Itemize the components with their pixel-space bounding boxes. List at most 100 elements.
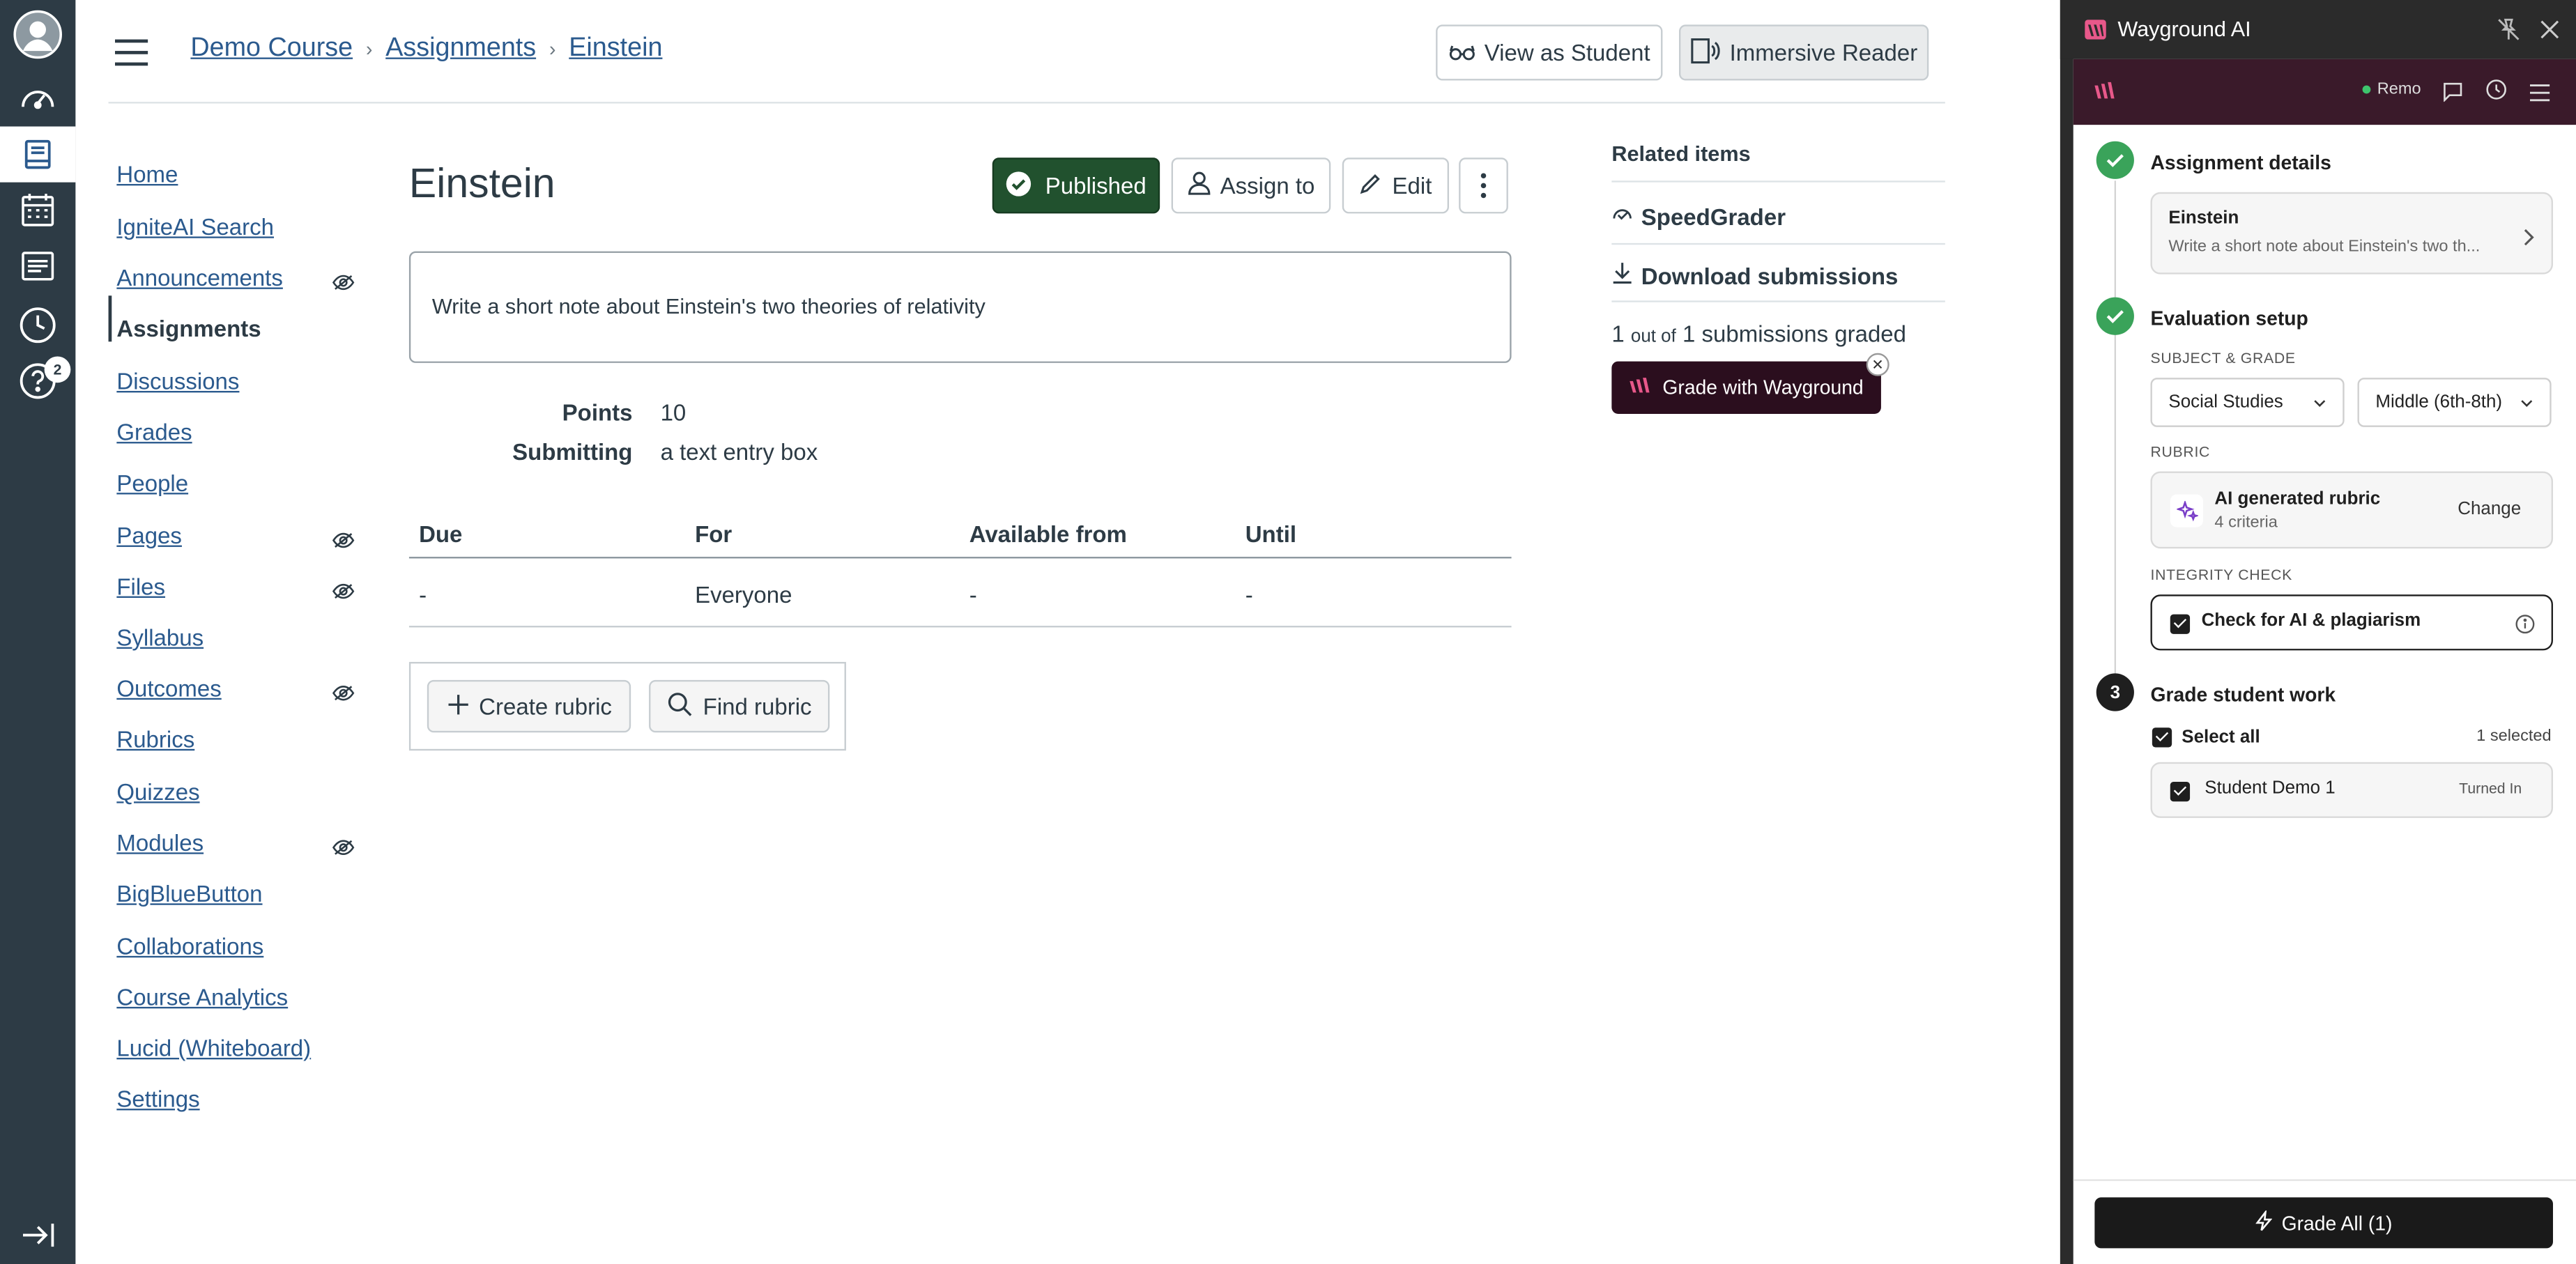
course-nav-item-assignments[interactable]: Assignments bbox=[116, 316, 261, 342]
pencil-icon bbox=[1359, 171, 1382, 199]
course-nav-item-bigbluebutton[interactable]: BigBlueButton bbox=[116, 880, 262, 907]
collapse-nav-icon[interactable] bbox=[0, 1207, 75, 1263]
student-name: Student Demo 1 bbox=[2205, 778, 2336, 799]
history-icon[interactable] bbox=[0, 298, 75, 353]
chevron-right-icon: › bbox=[365, 38, 373, 61]
lightning-icon bbox=[2255, 1208, 2272, 1236]
courses-icon[interactable] bbox=[0, 126, 76, 183]
chevron-down-icon bbox=[2520, 392, 2533, 412]
submitting-value: a text entry box bbox=[660, 438, 818, 465]
find-rubric-button[interactable]: Find rubric bbox=[649, 679, 830, 733]
edit-label: Edit bbox=[1392, 172, 1432, 199]
breadcrumb-current[interactable]: Einstein bbox=[569, 34, 662, 63]
online-dot-icon bbox=[2362, 85, 2371, 94]
published-button[interactable]: Published bbox=[992, 157, 1160, 214]
course-nav-item-lucid-whiteboard[interactable]: Lucid (Whiteboard) bbox=[116, 1035, 311, 1061]
subject-select[interactable]: Social Studies bbox=[2150, 378, 2345, 427]
calendar-icon[interactable] bbox=[0, 183, 75, 238]
cell-until: - bbox=[1245, 581, 1253, 608]
breadcrumb-course[interactable]: Demo Course bbox=[190, 34, 353, 63]
speedgrader-label: SpeedGrader bbox=[1641, 203, 1786, 230]
grade-with-wayground-button[interactable]: Grade with Wayground bbox=[1611, 361, 1881, 414]
course-nav-item-settings[interactable]: Settings bbox=[116, 1086, 199, 1112]
col-for: For bbox=[695, 521, 733, 547]
clock-icon[interactable] bbox=[2485, 79, 2507, 108]
step2-title: Evaluation setup bbox=[2150, 307, 2308, 330]
chat-icon[interactable] bbox=[2443, 80, 2462, 109]
sparkle-icon bbox=[2170, 494, 2203, 527]
grade-all-button[interactable]: Grade All (1) bbox=[2094, 1197, 2553, 1249]
integrity-option-label: Check for AI & plagiarism bbox=[2201, 610, 2421, 631]
submitting-label: Submitting bbox=[512, 438, 633, 465]
assignment-details-card[interactable]: Einstein Write a short note about Einste… bbox=[2150, 192, 2553, 275]
student-checkbox[interactable] bbox=[2170, 781, 2191, 802]
grade-all-label: Grade All (1) bbox=[2281, 1211, 2393, 1235]
step3-number: 3 bbox=[2096, 673, 2134, 711]
subject-grade-label: SUBJECT & GRADE bbox=[2150, 350, 2296, 367]
person-icon bbox=[1188, 171, 1211, 200]
breadcrumb: Demo Course › Assignments › Einstein bbox=[190, 34, 662, 63]
col-until: Until bbox=[1245, 521, 1297, 547]
selected-count: 1 selected bbox=[2476, 727, 2552, 746]
assignment-description: Write a short note about Einstein's two … bbox=[408, 251, 1512, 363]
course-nav-item-modules[interactable]: Modules bbox=[116, 829, 204, 856]
published-label: Published bbox=[1045, 172, 1147, 199]
course-nav-item-igniteai-search[interactable]: IgniteAI Search bbox=[116, 213, 274, 240]
course-nav-item-outcomes[interactable]: Outcomes bbox=[116, 675, 221, 702]
assign-to-label: Assign to bbox=[1220, 172, 1315, 199]
breadcrumb-assignments[interactable]: Assignments bbox=[385, 34, 536, 63]
integrity-check-option[interactable]: Check for AI & plagiarism bbox=[2150, 594, 2553, 651]
current-nav-indicator bbox=[108, 295, 112, 342]
assignment-snippet: Write a short note about Einstein's two … bbox=[2168, 238, 2481, 256]
course-nav-item-rubrics[interactable]: Rubrics bbox=[116, 726, 194, 753]
course-nav-item-syllabus[interactable]: Syllabus bbox=[116, 624, 204, 651]
speedgrader-link[interactable]: SpeedGrader bbox=[1611, 203, 1786, 230]
download-submissions-link[interactable]: Download submissions bbox=[1611, 261, 1898, 289]
remo-status[interactable]: Remo bbox=[2362, 80, 2421, 98]
account-avatar-icon[interactable] bbox=[0, 6, 75, 62]
inbox-icon[interactable] bbox=[0, 238, 75, 294]
create-rubric-button[interactable]: Create rubric bbox=[427, 679, 631, 733]
select-all-label[interactable]: Select all bbox=[2182, 727, 2260, 747]
download-label: Download submissions bbox=[1641, 261, 1899, 288]
hidden-from-students-icon bbox=[332, 578, 355, 599]
course-nav-item-course-analytics[interactable]: Course Analytics bbox=[116, 984, 288, 1010]
global-nav: 2 bbox=[0, 0, 76, 1264]
related-divider bbox=[1611, 300, 1945, 302]
integrity-checkbox[interactable] bbox=[2170, 614, 2191, 634]
speedgrader-icon bbox=[1611, 203, 1633, 230]
close-panel-icon[interactable] bbox=[2540, 18, 2559, 47]
immersive-reader-button[interactable]: Immersive Reader bbox=[1678, 24, 1929, 81]
select-all-checkbox[interactable] bbox=[2152, 727, 2172, 748]
unpin-icon[interactable] bbox=[2497, 18, 2520, 49]
rubric-change-button[interactable]: Change bbox=[2458, 500, 2521, 519]
create-rubric-label: Create rubric bbox=[479, 693, 612, 720]
course-menu-icon[interactable] bbox=[114, 39, 148, 66]
info-icon[interactable] bbox=[2515, 612, 2535, 642]
more-options-icon[interactable] bbox=[1459, 157, 1508, 214]
student-row[interactable]: Student Demo 1 Turned In bbox=[2150, 762, 2553, 818]
course-nav-item-discussions[interactable]: Discussions bbox=[116, 368, 239, 394]
course-nav-item-grades[interactable]: Grades bbox=[116, 419, 192, 445]
wayground-title: Wayground AI bbox=[2117, 16, 2251, 41]
dashboard-icon[interactable] bbox=[0, 69, 75, 125]
step-connector bbox=[2114, 180, 2116, 299]
grade-level-select[interactable]: Middle (6th-8th) bbox=[2357, 378, 2552, 427]
course-nav-item-collaborations[interactable]: Collaborations bbox=[116, 933, 263, 959]
close-icon[interactable]: ✕ bbox=[1866, 353, 1889, 376]
assign-to-button[interactable]: Assign to bbox=[1171, 157, 1331, 214]
cell-available-from: - bbox=[969, 581, 977, 608]
grade-with-wayground-label: Grade with Wayground bbox=[1662, 376, 1864, 399]
course-nav-item-files[interactable]: Files bbox=[116, 573, 165, 600]
edit-button[interactable]: Edit bbox=[1342, 157, 1449, 214]
course-nav-item-people[interactable]: People bbox=[116, 470, 188, 496]
grade-value: Middle (6th-8th) bbox=[2375, 392, 2503, 413]
points-value: 10 bbox=[660, 399, 687, 426]
course-nav-item-home[interactable]: Home bbox=[116, 161, 178, 187]
course-nav-item-pages[interactable]: Pages bbox=[116, 523, 182, 549]
course-nav-item-quizzes[interactable]: Quizzes bbox=[116, 778, 199, 805]
menu-icon[interactable] bbox=[2529, 80, 2550, 109]
step-connector bbox=[2114, 334, 2116, 677]
view-as-student-button[interactable]: View as Student bbox=[1436, 24, 1663, 81]
course-nav-item-announcements[interactable]: Announcements bbox=[116, 264, 283, 291]
